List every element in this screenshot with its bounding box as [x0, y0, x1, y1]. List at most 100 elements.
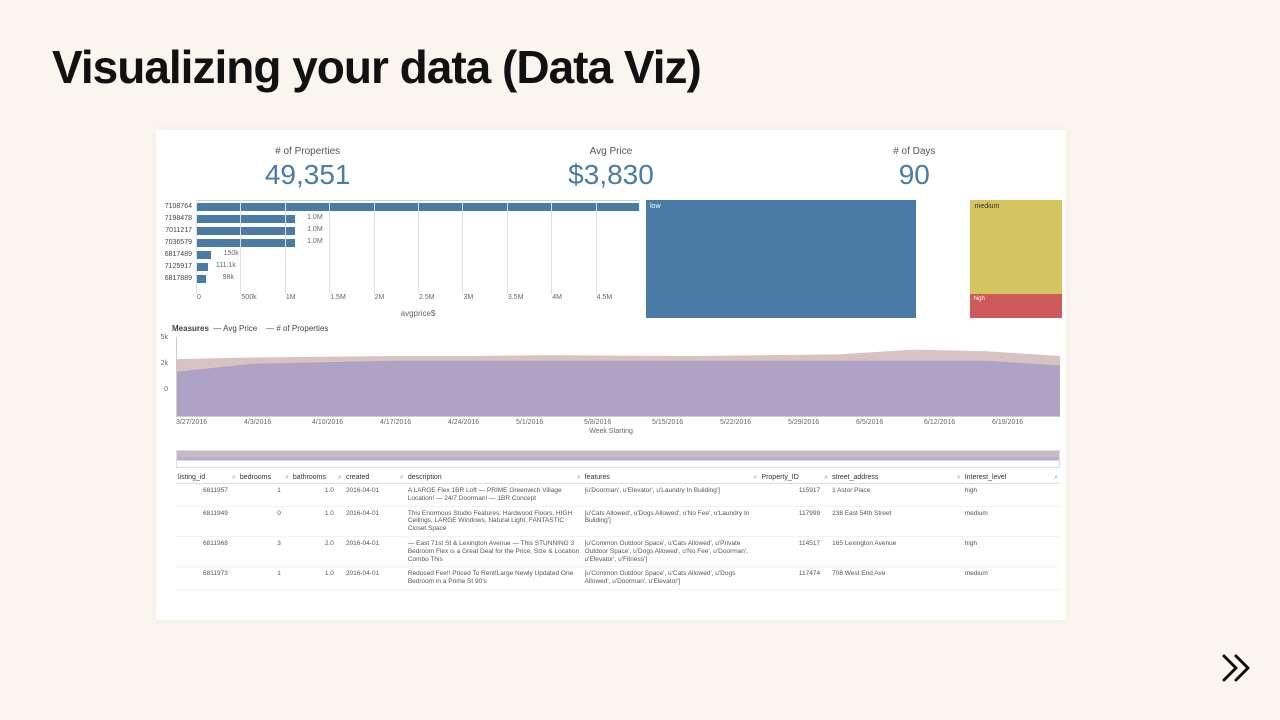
table-row[interactable]: 681196832.02016-04-01— East 71st St & Le…: [176, 536, 1060, 566]
search-icon[interactable]: ⌕: [338, 474, 342, 482]
bar-x-tick: 3.5M: [507, 202, 551, 294]
bar-x-tick: 1.5M: [329, 202, 373, 294]
column-header-street_address[interactable]: street_address⌕: [830, 472, 963, 484]
area-x-tick: 6/5/2016: [856, 419, 924, 426]
search-icon[interactable]: ⌕: [753, 474, 757, 482]
cell-bedrooms: 1: [238, 484, 291, 507]
kpi-value: $3,830: [459, 159, 762, 191]
area-x-tick: 5/22/2016: [720, 419, 788, 426]
search-icon[interactable]: ⌕: [285, 474, 289, 482]
cell-created: 2016-04-01: [344, 484, 406, 507]
column-header-bedrooms[interactable]: bedrooms⌕: [238, 472, 291, 484]
search-icon[interactable]: ⌕: [824, 474, 828, 482]
column-header-description[interactable]: description⌕: [406, 472, 583, 484]
area-y-tick: 5k: [156, 334, 168, 360]
column-header-bathrooms[interactable]: bathrooms⌕: [291, 472, 344, 484]
search-icon[interactable]: ⌕: [577, 474, 581, 482]
dashboard-container: # of Properties 49,351 Avg Price $3,830 …: [156, 130, 1066, 620]
bar-x-tick: 1M: [285, 202, 329, 294]
tile-label: low: [650, 203, 661, 210]
area-x-tick: 5/29/2016: [788, 419, 856, 426]
column-header-Interest_level[interactable]: Interest_level⌕: [963, 472, 1060, 484]
cell-street_address: 238 East 54th Street: [830, 506, 963, 536]
cell-bedrooms: 1: [238, 567, 291, 590]
cell-street_address: 165 Lexington Avenue: [830, 536, 963, 566]
cell-bathrooms: 2.0: [291, 536, 344, 566]
bar-chart[interactable]: 71087644.49M71984781.0M70112171.0M703657…: [160, 200, 640, 318]
cell-bathrooms: 1.0: [291, 567, 344, 590]
kpi-avg-price: Avg Price $3,830: [459, 130, 762, 200]
table-row[interactable]: 681194901.02016-04-01This Enormous Studi…: [176, 506, 1060, 536]
treemap-tile-medium[interactable]: medium: [970, 200, 1062, 294]
cell-Property_ID: 114517: [759, 536, 830, 566]
area-x-tick: 5/8/2016: [584, 419, 652, 426]
column-header-created[interactable]: created⌕: [344, 472, 406, 484]
search-icon[interactable]: ⌕: [232, 474, 236, 482]
cell-bedrooms: 3: [238, 536, 291, 566]
search-icon[interactable]: ⌕: [957, 474, 961, 482]
measures-label: Measures — Avg Price — # of Properties: [162, 322, 1060, 337]
cell-bathrooms: 1.0: [291, 484, 344, 507]
area-x-axis: 3/27/20164/3/20164/10/20164/17/20164/24/…: [176, 419, 1060, 426]
cell-description: — East 71st St & Lexington Avenue — This…: [406, 536, 583, 566]
cell-listing_id: 6811973: [176, 567, 238, 590]
kpi-label: # of Properties: [156, 146, 459, 157]
cell-features: [u'Common Outdoor Space', u'Cats Allowed…: [583, 567, 760, 590]
bar-x-tick: 2M: [374, 202, 418, 294]
cell-street_address: 1 Astor Place: [830, 484, 963, 507]
cell-Interest_level: medium: [963, 506, 1060, 536]
area-chart[interactable]: Measures — Avg Price — # of Properties 5…: [156, 318, 1066, 448]
area-x-tick: 5/1/2016: [516, 419, 584, 426]
treemap-chart[interactable]: low medium high Interest_level high low …: [646, 200, 1062, 318]
bar-category-label: 7125917: [160, 263, 192, 270]
column-header-Property_ID[interactable]: Property_ID⌕: [759, 472, 830, 484]
column-header-features[interactable]: features⌕: [583, 472, 760, 484]
area-x-tick: 6/12/2016: [924, 419, 992, 426]
bar-category-label: 7011217: [160, 227, 192, 234]
cell-created: 2016-04-01: [344, 506, 406, 536]
bar-category-label: 6817889: [160, 275, 192, 282]
cell-created: 2016-04-01: [344, 567, 406, 590]
range-selector[interactable]: [176, 450, 1060, 468]
table-row[interactable]: 681197311.02016-04-01Reduced Fee!! Price…: [176, 567, 1060, 590]
treemap-tile-low[interactable]: low: [646, 200, 916, 318]
cell-street_address: 708 West End Ave: [830, 567, 963, 590]
page-title: Visualizing your data (Data Viz): [0, 0, 1280, 114]
bar-x-tick: 4.5M: [596, 202, 640, 294]
cell-Interest_level: medium: [963, 567, 1060, 590]
bar-category-label: 7108764: [160, 203, 192, 210]
area-x-tick: 6/19/2016: [992, 419, 1060, 426]
cell-listing_id: 6811949: [176, 506, 238, 536]
search-icon[interactable]: ⌕: [400, 474, 404, 482]
cell-listing_id: 6811957: [176, 484, 238, 507]
bar-x-tick: 4M: [551, 202, 595, 294]
data-table[interactable]: listing_id⌕bedrooms⌕bathrooms⌕created⌕de…: [156, 468, 1066, 608]
cell-listing_id: 6811968: [176, 536, 238, 566]
bar-category-label: 7198478: [160, 215, 192, 222]
search-icon[interactable]: ⌕: [1054, 474, 1058, 482]
kpi-value: 49,351: [156, 159, 459, 191]
bar-x-axis-title: avgprice$: [196, 309, 640, 318]
treemap-tile-high[interactable]: high: [970, 294, 1062, 318]
kpi-label: Avg Price: [459, 146, 762, 157]
cell-Interest_level: high: [963, 536, 1060, 566]
area-y-tick: 2k: [156, 360, 168, 386]
area-x-tick: 4/17/2016: [380, 419, 448, 426]
cell-Property_ID: 117474: [759, 567, 830, 590]
cell-created: 2016-04-01: [344, 536, 406, 566]
bar-x-tick: 2.5M: [418, 202, 462, 294]
logo-icon: [1220, 652, 1252, 692]
bar-x-tick: 0: [196, 202, 240, 294]
cell-features: [u'Doorman', u'Elevator', u'Laundry In B…: [583, 484, 760, 507]
cell-Interest_level: high: [963, 484, 1060, 507]
cell-description: This Enormous Studio Features: Hardwood …: [406, 506, 583, 536]
kpi-properties: # of Properties 49,351: [156, 130, 459, 200]
kpi-label: # of Days: [763, 146, 1066, 157]
area-x-tick: 4/10/2016: [312, 419, 380, 426]
column-header-listing_id[interactable]: listing_id⌕: [176, 472, 238, 484]
tile-label: medium: [974, 203, 999, 210]
table-row[interactable]: 681195711.02016-04-01A LARGE Flex 1BR Lo…: [176, 484, 1060, 507]
area-x-tick: 4/24/2016: [448, 419, 516, 426]
area-y-axis: 5k2k0: [156, 334, 168, 448]
bar-x-tick: 3M: [462, 202, 506, 294]
